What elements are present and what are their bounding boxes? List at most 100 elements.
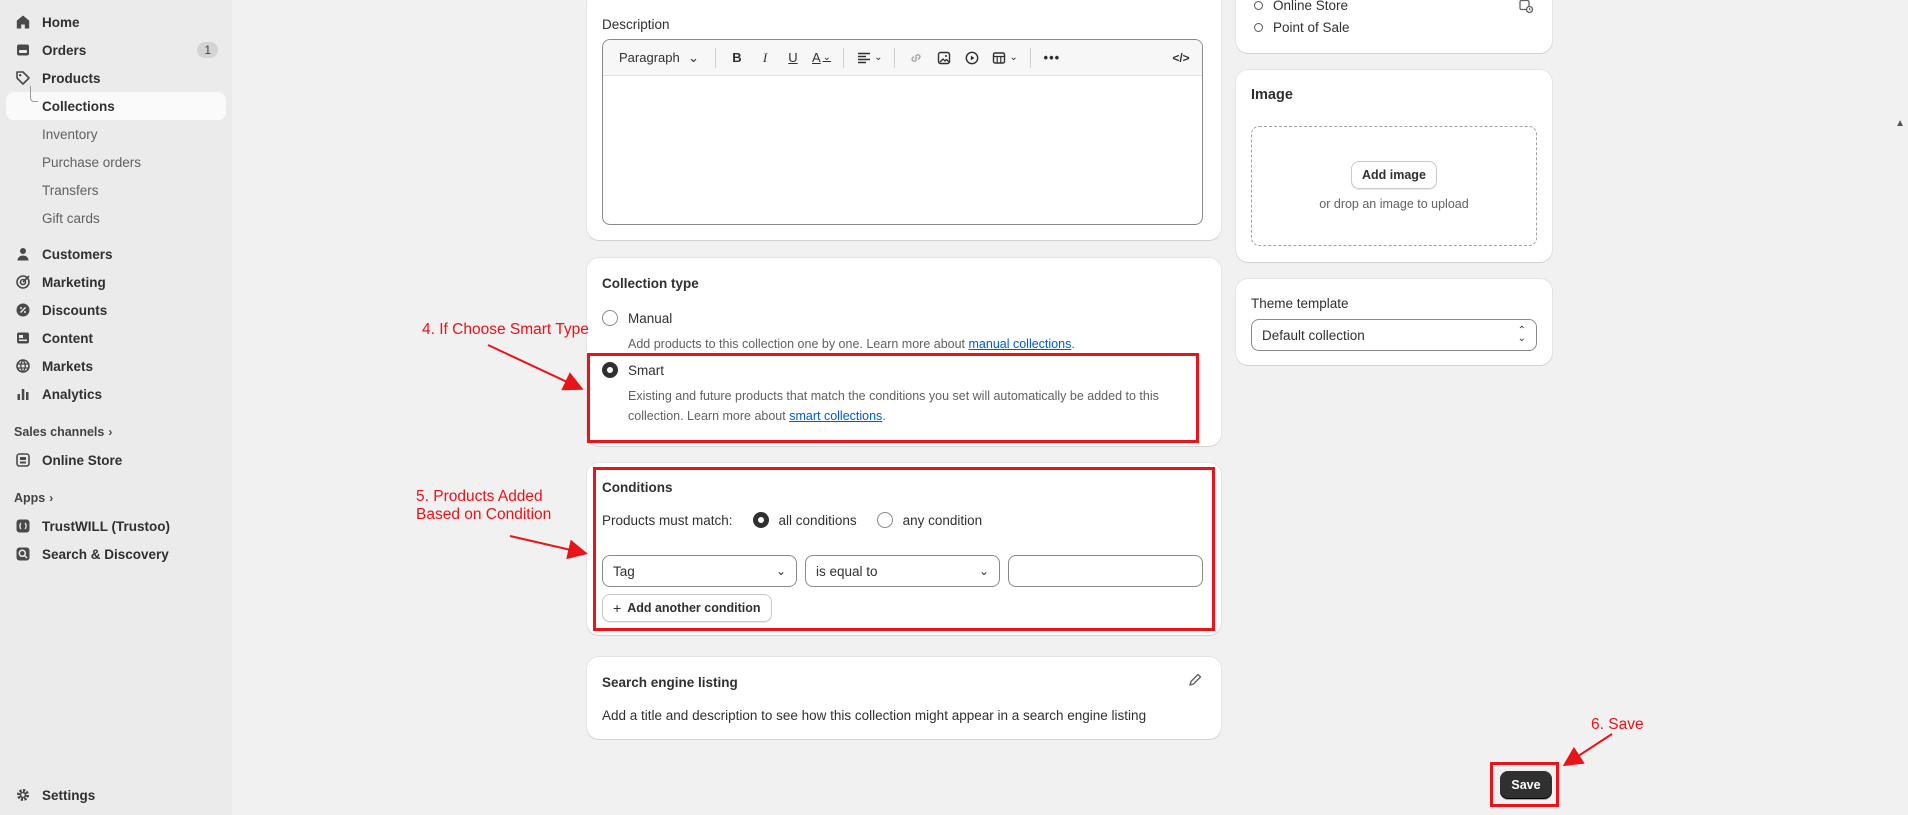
image-title: Image bbox=[1251, 87, 1293, 103]
channel-point-of-sale: Point of Sale bbox=[1254, 20, 1350, 35]
sidebar-item-customers[interactable]: Customers bbox=[6, 240, 226, 268]
app-trustwill-icon bbox=[14, 517, 32, 535]
underline-icon[interactable]: U bbox=[780, 45, 806, 71]
scroll-up-icon[interactable]: ▲ bbox=[1895, 118, 1905, 129]
sidebar-item-discounts[interactable]: Discounts bbox=[6, 296, 226, 324]
channel-label: Point of Sale bbox=[1273, 20, 1350, 35]
editor-toolbar: Paragraph ⌄ B I U A ⌄ ⌄ ⌄ ••• </> bbox=[603, 40, 1202, 76]
period: . bbox=[1071, 337, 1075, 351]
manual-label: Manual bbox=[628, 310, 673, 326]
manual-radio[interactable] bbox=[602, 310, 618, 326]
dropzone-hint: or drop an image to upload bbox=[1319, 197, 1469, 211]
paragraph-format-label: Paragraph bbox=[619, 50, 680, 65]
sidebar-item-label: Transfers bbox=[42, 182, 99, 198]
globe-icon bbox=[14, 357, 32, 375]
sidebar-item-label: Content bbox=[42, 330, 93, 346]
manual-option[interactable]: Manual bbox=[602, 310, 672, 326]
sidebar-item-collections[interactable]: Collections bbox=[6, 86, 226, 120]
apps-heading[interactable]: Apps › bbox=[6, 484, 226, 512]
image-icon[interactable] bbox=[931, 45, 957, 71]
tree-line bbox=[30, 86, 38, 102]
status-circle-icon bbox=[1254, 23, 1263, 32]
sidebar-item-label: Orders bbox=[42, 42, 87, 58]
edit-pencil-icon[interactable] bbox=[1187, 672, 1203, 688]
content-icon bbox=[14, 329, 32, 347]
sidebar-item-content[interactable]: Content bbox=[6, 324, 226, 352]
add-image-label: Add image bbox=[1362, 168, 1426, 182]
section-label: Sales channels bbox=[14, 425, 105, 439]
sidebar-item-label: Settings bbox=[42, 787, 96, 803]
channel-online-store: Online Store bbox=[1254, 0, 1348, 13]
search-engine-listing-card: Search engine listing Add a title and de… bbox=[587, 657, 1221, 739]
seo-title: Search engine listing bbox=[602, 675, 738, 690]
theme-template-card: Theme template Default collection ⌃ ⌄ bbox=[1236, 279, 1552, 365]
sidebar-item-label: TrustWILL (Trustoo) bbox=[42, 518, 170, 534]
arrow-step-6 bbox=[1562, 733, 1613, 767]
sidebar-item-orders[interactable]: Orders 1 bbox=[6, 36, 226, 64]
sidebar-item-search-discovery[interactable]: Search & Discovery bbox=[6, 540, 226, 568]
person-icon bbox=[14, 245, 32, 263]
add-image-button[interactable]: Add image bbox=[1351, 161, 1437, 189]
sidebar-item-label: Gift cards bbox=[42, 210, 100, 226]
more-options-icon[interactable]: ••• bbox=[1039, 45, 1065, 71]
description-editor[interactable]: Paragraph ⌄ B I U A ⌄ ⌄ ⌄ ••• </> bbox=[602, 39, 1203, 225]
discount-icon bbox=[14, 301, 32, 319]
annotation-box-conditions bbox=[593, 467, 1215, 631]
arrow-step-5 bbox=[509, 535, 588, 560]
sidebar-item-label: Inventory bbox=[42, 126, 98, 142]
text-color-icon[interactable]: A ⌄ bbox=[808, 45, 835, 71]
sidebar-item-label: Analytics bbox=[42, 386, 103, 402]
annotation-box-smart bbox=[587, 353, 1199, 443]
video-icon[interactable] bbox=[959, 45, 985, 71]
annotation-step-5-line-1: 5. Products Added bbox=[416, 488, 543, 505]
manual-collections-link[interactable]: manual collections bbox=[969, 337, 1072, 351]
sidebar-item-markets[interactable]: Markets bbox=[6, 352, 226, 380]
sidebar-item-products[interactable]: Products bbox=[6, 64, 226, 92]
annotation-box-save bbox=[1490, 762, 1559, 807]
italic-icon[interactable]: I bbox=[752, 45, 778, 71]
arrow-step-4 bbox=[487, 344, 584, 391]
chevron-right-icon: › bbox=[108, 425, 113, 439]
annotation-step-4: 4. If Choose Smart Type bbox=[422, 321, 589, 338]
schedule-icon[interactable] bbox=[1518, 0, 1534, 14]
sidebar-item-marketing[interactable]: Marketing bbox=[6, 268, 226, 296]
sidebar-item-label: Marketing bbox=[42, 274, 106, 290]
sidebar-item-gift-cards[interactable]: Gift cards bbox=[6, 204, 226, 232]
theme-template-select[interactable]: Default collection ⌃ ⌄ bbox=[1251, 319, 1537, 351]
code-view-icon[interactable]: </> bbox=[1168, 45, 1194, 71]
sidebar-item-label: Customers bbox=[42, 246, 113, 262]
manual-desc-text: Add products to this collection one by o… bbox=[628, 337, 969, 351]
sidebar-item-analytics[interactable]: Analytics bbox=[6, 380, 226, 408]
theme-value: Default collection bbox=[1262, 327, 1365, 343]
table-icon[interactable]: ⌄ bbox=[987, 45, 1021, 71]
sidebar-item-inventory[interactable]: Inventory bbox=[6, 120, 226, 148]
bar-chart-icon bbox=[14, 385, 32, 403]
channel-label: Online Store bbox=[1273, 0, 1349, 13]
image-card: Image Add image or drop an image to uplo… bbox=[1236, 70, 1552, 262]
paragraph-format-select[interactable]: Paragraph ⌄ bbox=[611, 45, 707, 71]
sidebar-item-label: Purchase orders bbox=[42, 154, 142, 170]
sales-channels-heading[interactable]: Sales channels › bbox=[6, 418, 226, 446]
align-icon[interactable]: ⌄ bbox=[852, 45, 886, 71]
scrollbar[interactable]: ▲ bbox=[1894, 0, 1908, 815]
link-icon[interactable] bbox=[903, 45, 929, 71]
sidebar-item-label: Search & Discovery bbox=[42, 546, 169, 562]
chevron-right-icon: › bbox=[49, 491, 54, 505]
sidebar-item-transfers[interactable]: Transfers bbox=[6, 176, 226, 204]
annotation-step-5-line-2: Based on Condition bbox=[416, 506, 552, 523]
sidebar: Home Orders 1 Products Collections Inven… bbox=[0, 0, 232, 815]
sidebar-item-label: Collections bbox=[42, 98, 115, 114]
image-dropzone[interactable]: Add image or drop an image to upload bbox=[1251, 126, 1537, 246]
sidebar-item-trustwill[interactable]: TrustWILL (Trustoo) bbox=[6, 512, 226, 540]
manual-description: Add products to this collection one by o… bbox=[628, 334, 1075, 354]
sidebar-item-purchase-orders[interactable]: Purchase orders bbox=[6, 148, 226, 176]
seo-description: Add a title and description to see how t… bbox=[602, 708, 1147, 723]
sidebar-item-label: Markets bbox=[42, 358, 94, 374]
sidebar-item-home[interactable]: Home bbox=[6, 8, 226, 36]
bold-icon[interactable]: B bbox=[724, 45, 750, 71]
sidebar-item-label: Home bbox=[42, 14, 80, 30]
home-icon bbox=[14, 13, 32, 31]
sidebar-item-online-store[interactable]: Online Store bbox=[6, 446, 226, 474]
sidebar-item-settings[interactable]: Settings bbox=[6, 781, 226, 809]
store-icon bbox=[14, 451, 32, 469]
